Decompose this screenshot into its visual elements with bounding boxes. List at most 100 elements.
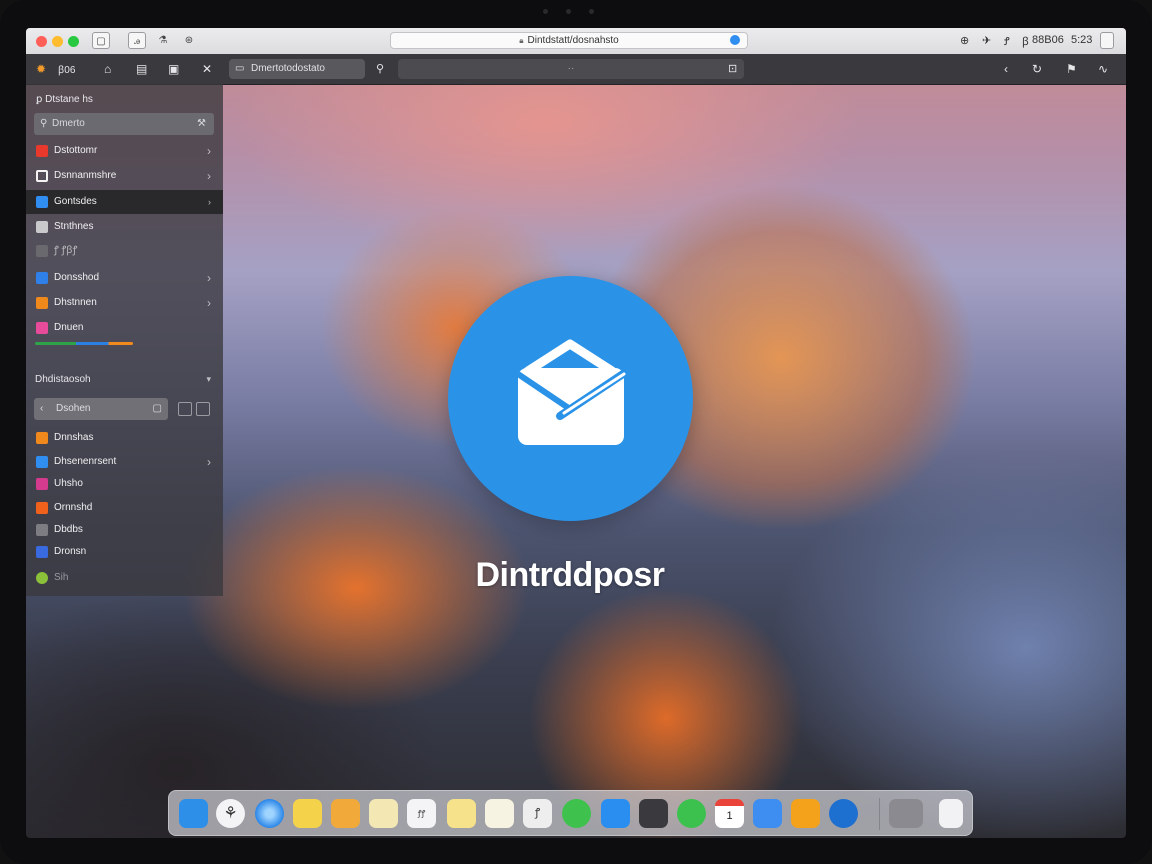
- downloads-icon[interactable]: [889, 799, 923, 828]
- zoom-window-button[interactable]: [68, 36, 79, 47]
- status-glyph[interactable]: Ꝭ: [1004, 34, 1010, 49]
- sidebar-sub-item-4[interactable]: Dbdbs: [26, 518, 223, 542]
- sidebar-sub-item-2[interactable]: Uhsho: [26, 472, 223, 496]
- siri-icon[interactable]: [730, 35, 740, 45]
- maps-icon[interactable]: [369, 799, 398, 828]
- storage-progress-bar: [35, 342, 133, 345]
- tools-icon[interactable]: ⚒: [197, 113, 206, 135]
- search-icon[interactable]: ⚲: [376, 62, 384, 75]
- activity-icon[interactable]: ∿: [1098, 62, 1108, 76]
- sidebar-item-label: Dronsn: [54, 546, 87, 557]
- address-field[interactable]: ··: [398, 59, 744, 79]
- calendar-icon-label: ꝭꝭ: [417, 809, 426, 818]
- camera-dot: [543, 9, 548, 14]
- search-icon: ⚲: [40, 118, 48, 129]
- toolbar-search-field[interactable]: ▭ Dmertotodostato: [229, 59, 365, 79]
- document-icon[interactable]: ▤: [136, 62, 147, 76]
- sidebar-sub-item-0[interactable]: Dnnshas: [26, 426, 223, 450]
- sidebar-search-input[interactable]: ⚲ Dmerto ⚒: [34, 113, 214, 135]
- pages-icon[interactable]: [791, 799, 820, 828]
- reader-icon[interactable]: ⊡: [728, 62, 737, 75]
- sidebar-sub-item-6[interactable]: Sih: [26, 566, 223, 590]
- desktop-screen: ▢ ꭿ ⚗ ⊛ 🔒︎ Dintdstatt/dosnahsto ⊕ ✈ Ꝭ ꞵ 8…: [26, 28, 1126, 838]
- textedit-icon[interactable]: [485, 799, 514, 828]
- calendar-icon[interactable]: ꝭꝭ: [407, 799, 436, 828]
- sidebar-item-5[interactable]: Donsshod ›: [26, 266, 223, 290]
- list-view-icon[interactable]: [196, 402, 210, 416]
- sidebar-sub-item-3[interactable]: Ornnshd: [26, 496, 223, 520]
- folder-icon[interactable]: ▣: [168, 62, 179, 76]
- camera-dot: [589, 9, 594, 14]
- sidebar-item-3[interactable]: Stnthnes: [26, 215, 223, 239]
- ical-icon-label: 1: [726, 810, 733, 822]
- preview-icon-label: ꝭ: [534, 807, 541, 819]
- messages-icon[interactable]: [562, 799, 591, 828]
- green-app-icon: [36, 572, 48, 584]
- sidebar-item-4[interactable]: ꝭ ꝭꞵꝭ: [26, 239, 223, 263]
- sidebar-item-label: Gontsdes: [54, 196, 97, 207]
- app-label[interactable]: ꞵ06: [58, 62, 75, 76]
- status-glyph-2[interactable]: ꞵ: [1022, 34, 1029, 49]
- extensions-icon[interactable]: ⚗: [154, 32, 172, 49]
- sidebar-item-1[interactable]: Dsnnanmshre ›: [26, 164, 223, 188]
- minimize-window-button[interactable]: [52, 36, 63, 47]
- lock-icon: 🔒︎: [519, 36, 524, 45]
- magenta-app-icon: [36, 478, 48, 490]
- sidebar-toggle-icon[interactable]: ▢: [92, 32, 110, 49]
- battery-indicator[interactable]: 88B06: [1032, 34, 1064, 46]
- tools-app-icon: [36, 432, 48, 444]
- sidebar-item-label: Sih: [54, 572, 69, 583]
- notification-center-icon[interactable]: [1100, 32, 1114, 49]
- quicktime-icon[interactable]: [829, 799, 858, 828]
- appstore-app-icon: [36, 456, 48, 468]
- settings-icon[interactable]: ⊛: [180, 32, 198, 49]
- safari-icon[interactable]: [255, 799, 284, 828]
- sidebar-item-label: ꝭ ꝭꞵꝭ: [54, 245, 78, 256]
- square-icon[interactable]: ▢: [153, 398, 162, 420]
- sidebar-sub-item-1[interactable]: Dhsenenrsent ›: [26, 450, 223, 474]
- stickies-icon[interactable]: [331, 799, 360, 828]
- airplane-icon[interactable]: ✈: [982, 34, 991, 47]
- finder-icon[interactable]: [179, 799, 208, 828]
- reminders-icon[interactable]: [447, 799, 476, 828]
- mail-icon[interactable]: [753, 799, 782, 828]
- ical-icon[interactable]: 1: [715, 799, 744, 828]
- url-bar[interactable]: 🔒︎ Dintdstatt/dosnahsto: [390, 32, 748, 49]
- envelope-icon: [516, 339, 630, 445]
- share-icon[interactable]: ꭿ: [128, 32, 146, 49]
- launchpad-icon[interactable]: ⚘: [216, 799, 245, 828]
- refresh-icon[interactable]: ↻: [1032, 62, 1042, 76]
- sidebar-item-6[interactable]: Dhstnnen ›: [26, 291, 223, 315]
- window-icon: [36, 170, 48, 182]
- app-logo[interactable]: [448, 276, 693, 521]
- chevron-down-icon[interactable]: ▾: [206, 374, 211, 385]
- sidebar-sub-item-5[interactable]: Dronsn: [26, 540, 223, 564]
- sidebar-item-label: Stnthnes: [54, 221, 94, 232]
- grid-view-icon[interactable]: [178, 402, 192, 416]
- pink-app-icon: [36, 322, 48, 334]
- sidebar-item-0[interactable]: Dstottomr ›: [26, 139, 223, 163]
- preview-icon[interactable]: ꝭ: [523, 799, 552, 828]
- sidebar-item-7[interactable]: Dnuen: [26, 316, 223, 340]
- sidebar-item-label: Dnuen: [54, 322, 84, 333]
- chevron-right-icon: ›: [207, 455, 211, 469]
- sidebar-item-label: Ornnshd: [54, 502, 93, 513]
- trash-icon[interactable]: [939, 799, 963, 828]
- close-icon[interactable]: ✕: [202, 62, 212, 76]
- close-window-button[interactable]: [36, 36, 47, 47]
- notes-icon[interactable]: [293, 799, 322, 828]
- home-icon[interactable]: ⌂: [104, 62, 111, 76]
- facetime-icon[interactable]: [677, 799, 706, 828]
- sidebar: ꝑ Dtstane hs ⚲ Dmerto ⚒ Dstottomr › Dsnn…: [26, 84, 223, 596]
- sidebar-sub-search-input[interactable]: ‹ Dsohen ▢: [34, 398, 168, 420]
- bookmark-icon[interactable]: ⚑: [1066, 62, 1077, 76]
- back-icon[interactable]: ‹: [1004, 62, 1008, 76]
- sidebar-item-2[interactable]: Gontsdes ›: [26, 190, 223, 214]
- clock: 5:23: [1071, 34, 1093, 46]
- sidebar-item-label: Dsnnanmshre: [54, 170, 117, 181]
- sidebar-item-label: Uhsho: [54, 478, 83, 489]
- sidebar-section-title: Dhdistaosoh: [35, 374, 91, 385]
- photobooth-icon[interactable]: [639, 799, 668, 828]
- appstore-icon[interactable]: [601, 799, 630, 828]
- screen-icon[interactable]: ⊕: [960, 34, 969, 47]
